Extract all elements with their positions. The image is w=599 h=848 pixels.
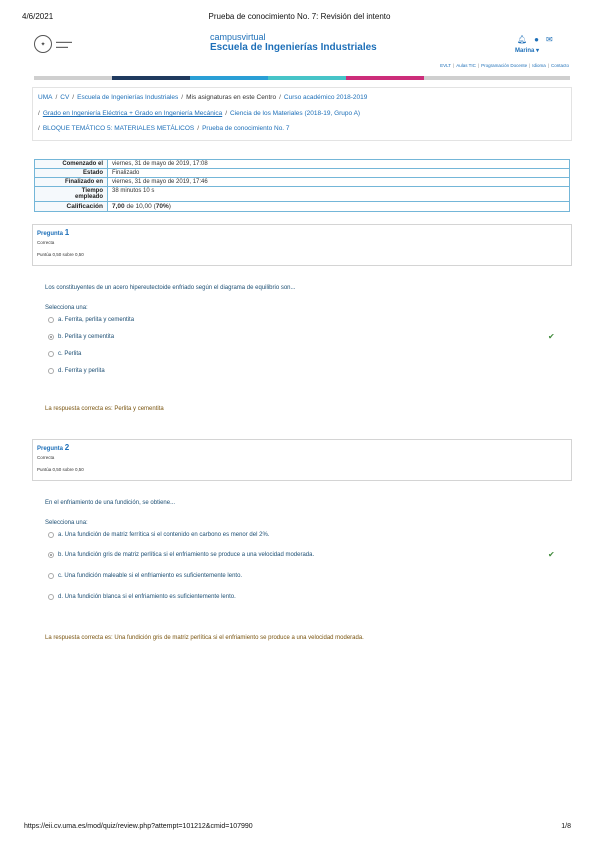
radio-button-selected[interactable] — [48, 552, 54, 558]
summary-label: Comenzado el — [34, 159, 108, 169]
top-link-contacto[interactable]: Contacto — [551, 63, 569, 68]
site-brand[interactable]: campusvirtual Escuela de Ingenierías Ind… — [210, 32, 377, 54]
correct-check-icon: ✔ — [548, 332, 555, 341]
attempt-summary-table: Comenzado el viernes, 31 de mayo de 2019… — [34, 159, 570, 212]
print-title: Prueba de conocimiento No. 7: Revisión d… — [208, 12, 391, 21]
user-name: Marina — [515, 48, 535, 54]
q1-option-a[interactable]: a. Ferrita, perlita y cementita — [48, 317, 134, 323]
radio-button-selected[interactable] — [48, 334, 54, 340]
summary-row-grade: Calificación 7,00 de 10,00 (70%) — [34, 201, 570, 212]
breadcrumb-academic-year[interactable]: Curso académico 2018-2019 — [284, 94, 367, 101]
brand-school-name: Escuela de Ingenierías Industriales — [210, 42, 377, 53]
logo-lettering: ▬▬▬▬ ▬▬▬ — [56, 39, 72, 49]
color-segment — [268, 76, 346, 80]
question-2-prompt: Selecciona una: — [45, 520, 88, 526]
university-logo[interactable]: ✦ ▬▬▬▬ ▬▬▬ — [34, 34, 110, 54]
option-label: c. Una fundición maleable si el enfriami… — [58, 573, 243, 579]
breadcrumb-topic-block[interactable]: BLOQUE TEMÁTICO 5: MATERIALES METÁLICOS — [43, 125, 194, 132]
summary-value: viernes, 31 de mayo de 2019, 17:08 — [107, 159, 570, 169]
radio-button[interactable] — [48, 573, 54, 579]
breadcrumb-my-courses: Mis asignaturas en este Centro — [186, 94, 277, 101]
summary-label: Tiempo empleado — [34, 186, 108, 202]
summary-value: Finalizado — [107, 168, 570, 178]
q1-option-b[interactable]: b. Perlita y cementita — [48, 334, 114, 340]
breadcrumb-cv[interactable]: CV — [60, 94, 69, 101]
q2-option-a[interactable]: a. Una fundición de matriz ferrítica si … — [48, 532, 269, 538]
user-menu[interactable]: Marina ▾ — [515, 47, 539, 54]
question-2-feedback: La respuesta correcta es: Una fundición … — [45, 635, 364, 641]
question-title: Pregunta 1 — [37, 228, 70, 237]
option-label: b. Una fundición gris de matriz perlític… — [58, 552, 315, 558]
header-color-bar — [34, 76, 570, 80]
summary-label: Finalizado en — [34, 177, 108, 187]
top-links: EVLT | Aulas TIC | Programación Docente | Idio… — [440, 63, 569, 68]
summary-value: viernes, 31 de mayo de 2019, 17:46 — [107, 177, 570, 187]
user-toolbar: 🔔︎ ● ✉ — [517, 35, 553, 44]
q2-option-d[interactable]: d. Una fundición blanca si el enfriamien… — [48, 594, 236, 600]
brand-campusvirtual: campusvirtual — [210, 32, 266, 42]
question-mark: Puntúa 0,50 sobre 0,50 — [37, 467, 84, 472]
radio-button[interactable] — [48, 317, 54, 323]
print-url: https://eii.cv.uma.es/mod/quiz/review.ph… — [24, 823, 253, 830]
summary-label: Calificación — [34, 201, 108, 212]
top-link-aulas-tic[interactable]: Aulas TIC — [456, 63, 476, 68]
summary-row-time: Tiempo empleado 38 minutos 10 s — [34, 186, 570, 202]
question-2-info: Pregunta 2 Correcta Puntúa 0,50 sobre 0,… — [32, 439, 572, 481]
breadcrumb-course[interactable]: Ciencia de los Materiales (2018-19, Grup… — [230, 110, 360, 117]
breadcrumb-school[interactable]: Escuela de Ingenierías Industriales — [77, 94, 178, 101]
question-1-text: Los constituyentes de un acero hipereute… — [45, 285, 296, 291]
radio-button[interactable] — [48, 532, 54, 538]
summary-row-finished: Finalizado en viernes, 31 de mayo de 201… — [34, 177, 570, 187]
bell-icon[interactable]: 🔔︎ — [517, 35, 527, 44]
question-status: Correcta — [37, 240, 55, 245]
radio-button[interactable] — [48, 594, 54, 600]
question-status: Correcta — [37, 455, 55, 460]
question-2-text: En el enfriamiento de una fundición, se … — [45, 500, 176, 506]
radio-button[interactable] — [48, 368, 54, 374]
breadcrumb-uma[interactable]: UMA — [38, 94, 52, 101]
color-segment — [112, 76, 190, 80]
summary-value: 38 minutos 10 s — [107, 186, 570, 202]
radio-button[interactable] — [48, 351, 54, 357]
option-label: a. Una fundición de matriz ferrítica si … — [58, 532, 270, 538]
top-link-idioma[interactable]: Idioma — [532, 63, 546, 68]
summary-value: 7,00 de 10,00 (70%) — [107, 201, 570, 212]
question-1-prompt: Selecciona una: — [45, 305, 88, 311]
color-segment — [424, 76, 570, 80]
chat-bubble-icon[interactable]: ● — [534, 35, 539, 44]
q1-option-d[interactable]: d. Ferrita y perlita — [48, 368, 105, 374]
summary-label: Estado — [34, 168, 108, 178]
question-1-info: Pregunta 1 Correcta Puntúa 0,50 sobre 0,… — [32, 224, 572, 266]
option-label: d. Ferrita y perlita — [58, 368, 105, 374]
breadcrumb: UMA / CV / Escuela de Ingenierías Industrial… — [32, 87, 572, 141]
question-mark: Puntúa 0,50 sobre 0,50 — [37, 252, 84, 257]
question-title: Pregunta 2 — [37, 443, 70, 452]
breadcrumb-quiz[interactable]: Prueba de conocimiento No. 7 — [202, 125, 289, 132]
top-link-programacion-docente[interactable]: Programación Docente — [481, 63, 527, 68]
q2-option-b[interactable]: b. Una fundición gris de matriz perlític… — [48, 552, 314, 558]
university-seal-icon: ✦ — [34, 35, 52, 53]
question-1-feedback: La respuesta correcta es: Perlita y ceme… — [45, 406, 164, 412]
option-label: a. Ferrita, perlita y cementita — [58, 317, 135, 323]
summary-row-started: Comenzado el viernes, 31 de mayo de 2019… — [34, 159, 570, 169]
option-label: c. Perlita — [58, 351, 82, 357]
q1-option-c[interactable]: c. Perlita — [48, 351, 81, 357]
mail-icon[interactable]: ✉ — [546, 35, 553, 44]
color-segment — [190, 76, 268, 80]
caret-down-icon: ▾ — [536, 48, 540, 54]
print-page-number: 1/8 — [561, 823, 571, 830]
q2-option-c[interactable]: c. Una fundición maleable si el enfriami… — [48, 573, 242, 579]
option-label: b. Perlita y cementita — [58, 334, 115, 340]
option-label: d. Una fundición blanca si el enfriamien… — [58, 594, 236, 600]
breadcrumb-degree[interactable]: Grado en Ingeniería Eléctrica + Grado en… — [43, 110, 222, 117]
color-segment — [34, 76, 112, 80]
summary-row-state: Estado Finalizado — [34, 168, 570, 178]
top-link-evlt[interactable]: EVLT — [440, 63, 451, 68]
correct-check-icon: ✔ — [548, 550, 555, 559]
color-segment — [346, 76, 424, 80]
